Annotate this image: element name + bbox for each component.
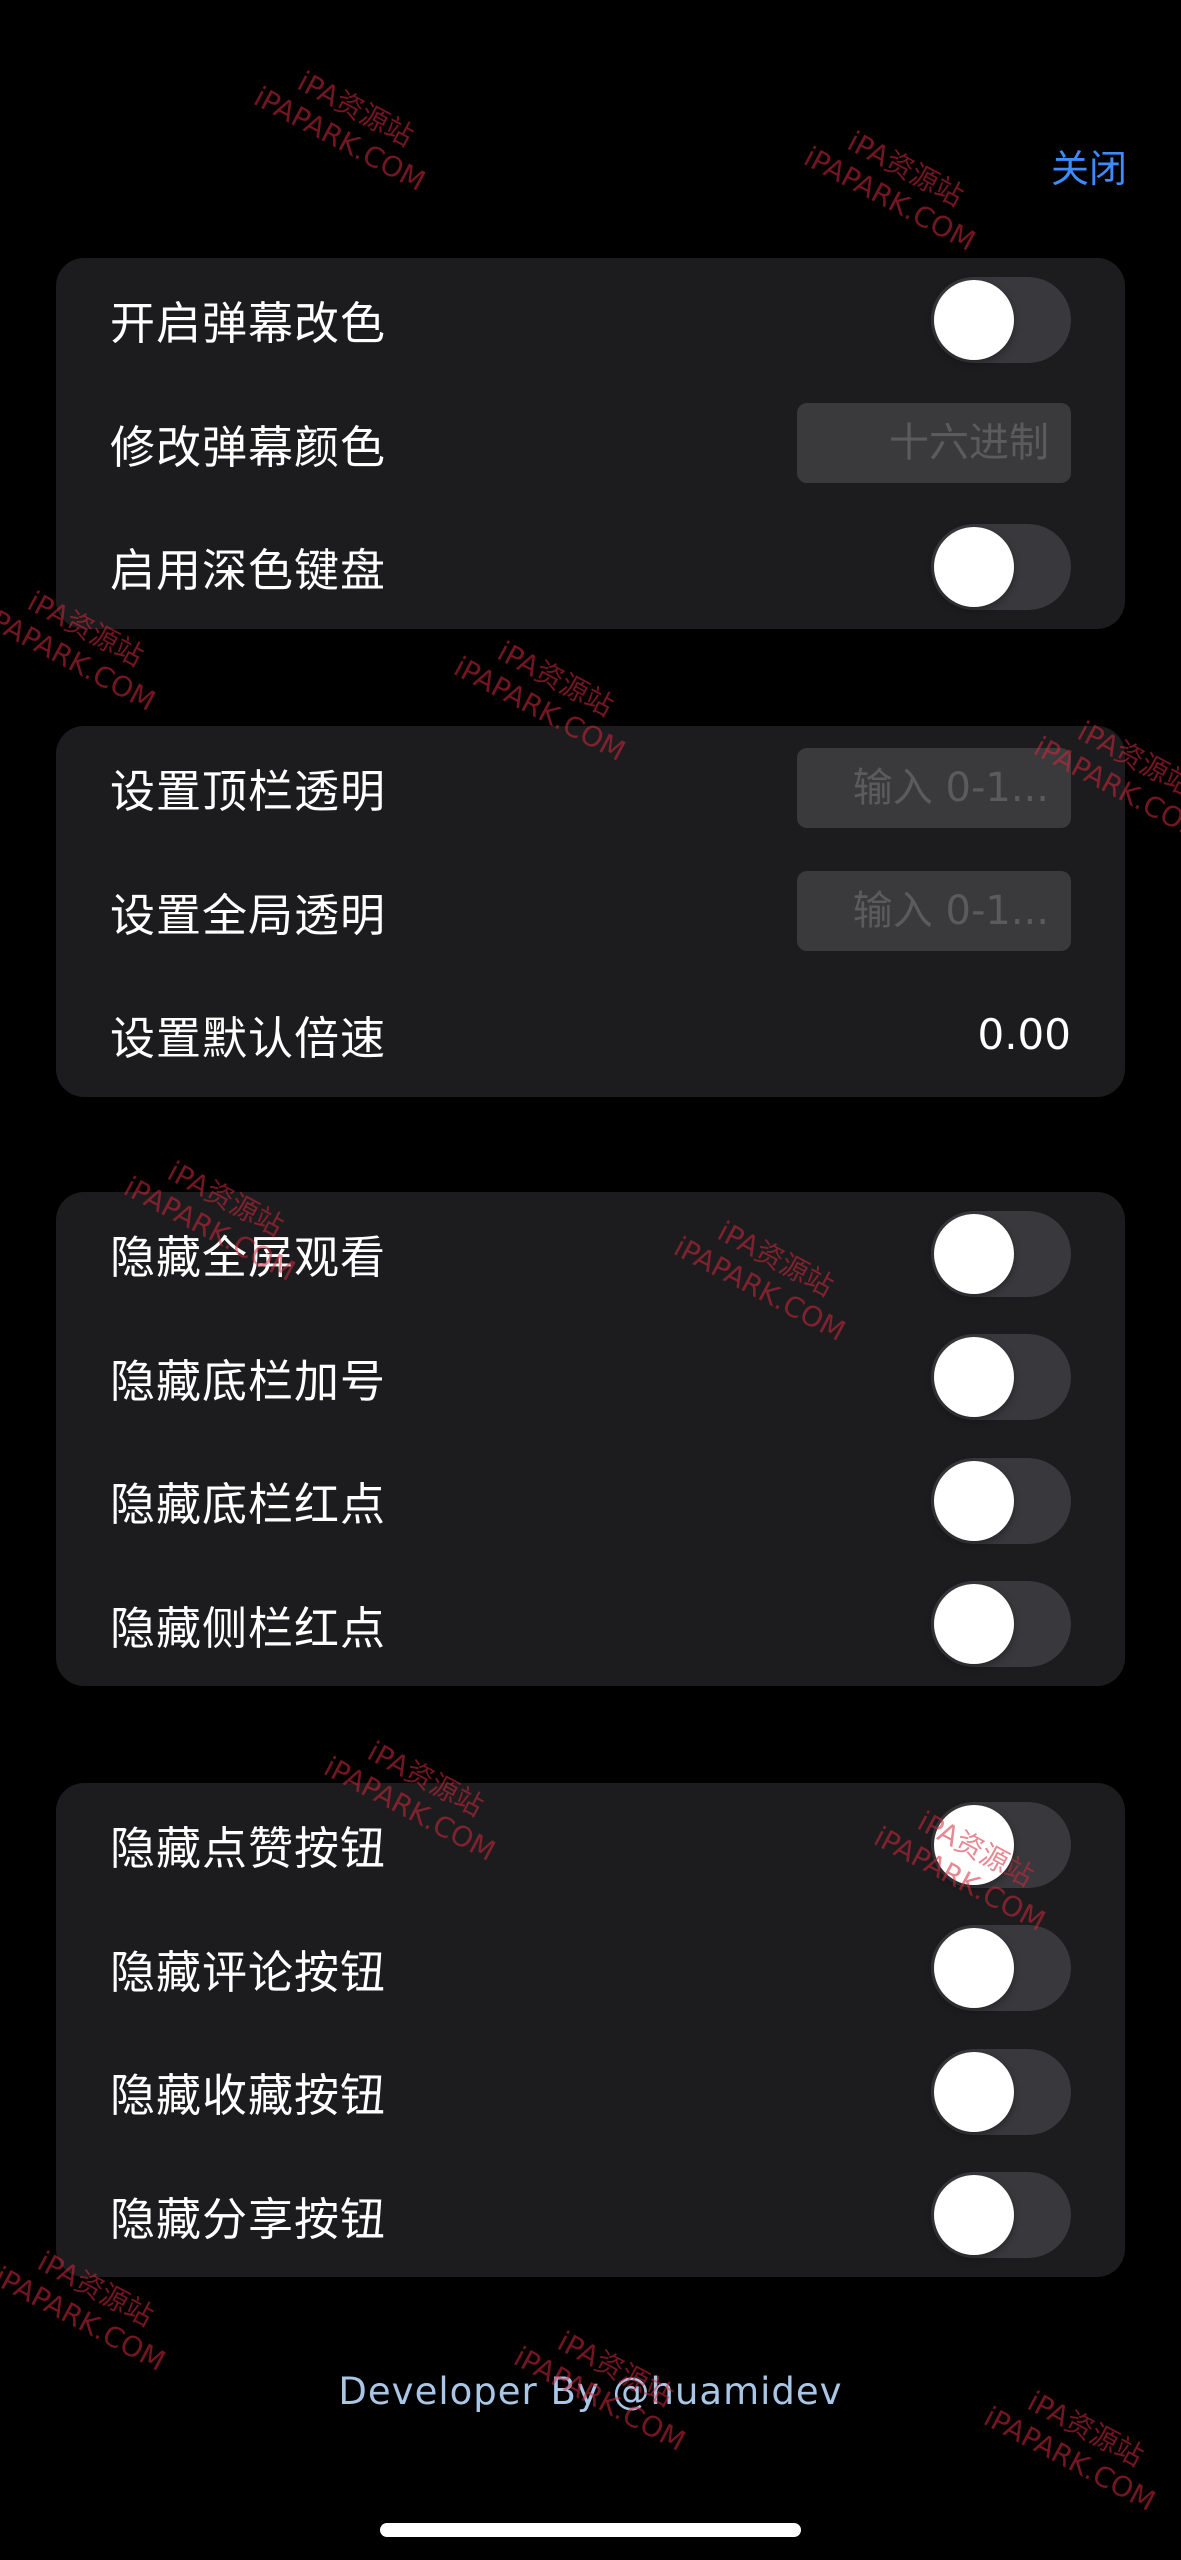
toggle-knob: [934, 1584, 1014, 1665]
hide-favorite-button-toggle[interactable]: [931, 2048, 1071, 2135]
row-label: 启用深色键盘: [110, 544, 387, 598]
watermark-line: iPA资源站: [842, 124, 969, 214]
hide-bottombar-plus-toggle[interactable]: [931, 1334, 1071, 1421]
developer-credit: Developer By @huamidev: [338, 2370, 843, 2413]
hide-share-button-toggle[interactable]: [931, 2172, 1071, 2259]
watermark-line: iPAPARK.COM: [978, 2400, 1161, 2518]
watermark-line: iPAPARK.COM: [798, 140, 981, 258]
hide-like-button-toggle[interactable]: [931, 1801, 1071, 1888]
row-label: 隐藏全屏观看: [110, 1231, 387, 1285]
watermark-line: iPAPARK.COM: [248, 80, 431, 198]
close-button[interactable]: 关闭: [1051, 138, 1127, 193]
toggle-knob: [934, 279, 1014, 360]
toggle-knob: [934, 2175, 1014, 2256]
row-label: 隐藏评论按钮: [110, 1945, 387, 1999]
hide-comment-button-toggle[interactable]: [931, 1925, 1071, 2012]
row-hide-favorite-button: 隐藏收藏按钮: [56, 2030, 1125, 2154]
row-hide-fullscreen: 隐藏全屏观看: [56, 1192, 1125, 1316]
toggle-knob: [934, 1213, 1014, 1294]
row-enable-danmaku-color: 开启弹幕改色: [56, 258, 1125, 382]
toggle-knob: [934, 1928, 1014, 2009]
row-hide-share-button: 隐藏分享按钮: [56, 2154, 1125, 2278]
watermark-line: iPAPARK.COM: [0, 2260, 171, 2378]
hide-bottombar-dot-toggle[interactable]: [931, 1457, 1071, 1544]
row-label: 修改弹幕颜色: [110, 420, 387, 474]
row-hide-like-button: 隐藏点赞按钮: [56, 1783, 1125, 1907]
hide-fullscreen-toggle[interactable]: [931, 1210, 1071, 1297]
settings-group-hide-buttons: 隐藏点赞按钮 隐藏评论按钮 隐藏收藏按钮 隐藏分享按钮: [56, 1783, 1125, 2277]
row-label: 开启弹幕改色: [110, 297, 387, 351]
home-indicator: [380, 2523, 801, 2537]
settings-group-danmaku: 开启弹幕改色 修改弹幕颜色 启用深色键盘: [56, 258, 1125, 629]
toggle-knob: [934, 526, 1014, 607]
watermark-line: iPA资源站: [292, 64, 419, 154]
toggle-knob: [934, 1337, 1014, 1418]
row-label: 隐藏点赞按钮: [110, 1822, 387, 1876]
toggle-knob: [934, 2051, 1014, 2132]
toggle-knob: [934, 1460, 1014, 1541]
global-transparency-input[interactable]: [797, 871, 1071, 952]
enable-danmaku-color-toggle[interactable]: [931, 276, 1071, 363]
dark-keyboard-toggle[interactable]: [931, 523, 1071, 610]
row-default-speed[interactable]: 设置默认倍速 0.00: [56, 973, 1125, 1097]
watermark-line: iPA资源站: [492, 634, 619, 724]
settings-group-hide-ui: 隐藏全屏观看 隐藏底栏加号 隐藏底栏红点 隐藏侧栏红点: [56, 1192, 1125, 1686]
danmaku-color-input[interactable]: [797, 403, 1071, 484]
watermark: iPA资源站 iPAPARK.COM: [248, 50, 447, 199]
hide-sidebar-dot-toggle[interactable]: [931, 1581, 1071, 1668]
settings-group-transparency: 设置顶栏透明 设置全局透明 设置默认倍速 0.00: [56, 726, 1125, 1097]
row-label: 设置全局透明: [110, 888, 387, 942]
row-hide-comment-button: 隐藏评论按钮: [56, 1907, 1125, 2031]
row-dark-keyboard: 启用深色键盘: [56, 505, 1125, 629]
row-label: 设置顶栏透明: [110, 765, 387, 819]
row-global-transparency: 设置全局透明: [56, 850, 1125, 974]
toggle-knob: [934, 1804, 1014, 1885]
row-label: 隐藏底栏加号: [110, 1354, 387, 1408]
row-label: 隐藏底栏红点: [110, 1478, 387, 1532]
row-hide-sidebar-dot: 隐藏侧栏红点: [56, 1563, 1125, 1687]
watermark: iPA资源站 iPAPARK.COM: [798, 110, 997, 259]
default-speed-value[interactable]: 0.00: [977, 1010, 1071, 1059]
topbar-transparency-input[interactable]: [797, 747, 1071, 828]
row-hide-bottombar-dot: 隐藏底栏红点: [56, 1439, 1125, 1563]
row-label: 隐藏分享按钮: [110, 2192, 387, 2246]
row-danmaku-color: 修改弹幕颜色: [56, 382, 1125, 506]
row-label: 隐藏侧栏红点: [110, 1601, 387, 1655]
row-topbar-transparency: 设置顶栏透明: [56, 726, 1125, 850]
row-label: 设置默认倍速: [110, 1012, 387, 1066]
row-label: 隐藏收藏按钮: [110, 2069, 387, 2123]
row-hide-bottombar-plus: 隐藏底栏加号: [56, 1316, 1125, 1440]
